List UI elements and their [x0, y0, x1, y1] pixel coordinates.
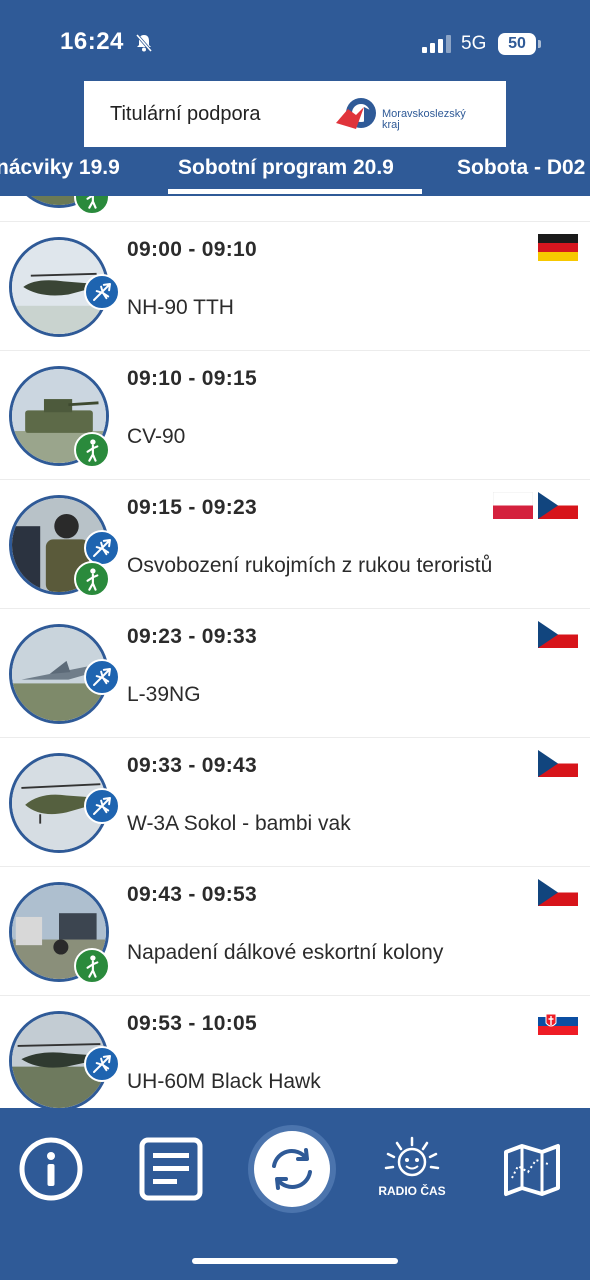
germany-flag-icon	[538, 234, 578, 261]
radio-sun-icon	[384, 1136, 440, 1177]
program-time: 09:00 - 09:10	[127, 238, 257, 261]
sponsor-banner[interactable]: Titulární podpora Moravskoslezský kraj	[84, 81, 506, 147]
document-icon[interactable]	[138, 1136, 204, 1202]
program-name: Napadení dálkové eskortní kolony	[127, 941, 444, 964]
banner-text: Titulární podpora	[110, 103, 261, 125]
radio-cas-button[interactable]: RADIO ČAS	[372, 1134, 452, 1204]
ground-show-badge	[74, 948, 110, 984]
program-time: 09:15 - 09:23	[127, 496, 257, 519]
bell-muted-icon	[135, 34, 153, 52]
program-name: CV-90	[127, 425, 186, 448]
banner-logo-text: Moravskoslezský kraj	[382, 108, 466, 131]
list-item[interactable]: 09:33 - 09:43 W-3A Sokol - bambi vak	[0, 738, 590, 867]
list-item[interactable]: 09:15 - 09:23 Osvobození rukojmích z ruk…	[0, 480, 590, 609]
program-time: 09:33 - 09:43	[127, 754, 257, 777]
info-icon[interactable]	[18, 1136, 84, 1202]
map-icon[interactable]	[502, 1142, 562, 1198]
list-item[interactable]: 09:10 - 09:15 CV-90	[0, 351, 590, 480]
poland-flag-icon	[493, 492, 533, 519]
home-indicator	[192, 1258, 398, 1264]
header: 16:24 5G 50 Titulární podpora Moravskosl…	[0, 0, 590, 196]
list-item[interactable]: 09:00 - 09:10 NH-90 TTH	[0, 222, 590, 351]
tab-saturday-d02[interactable]: Sobota - D02	[457, 156, 585, 180]
region-logo-icon	[336, 98, 376, 129]
program-time: 09:53 - 10:05	[127, 1012, 257, 1035]
program-time: 09:23 - 09:33	[127, 625, 257, 648]
program-list[interactable]: 09:00 - 09:10 NH-90 TTH 09:10 - 09:15 CV…	[0, 196, 590, 1108]
slovakia-flag-icon	[538, 1008, 578, 1035]
list-item[interactable]	[0, 196, 590, 222]
signal-icon	[422, 35, 451, 53]
program-name: Osvobození rukojmích z rukou teroristů	[127, 554, 493, 577]
program-time: 09:10 - 09:15	[127, 367, 257, 390]
list-item[interactable]: 09:23 - 09:33 L-39NG	[0, 609, 590, 738]
czech-flag-icon	[538, 750, 578, 777]
program-name: UH-60M Black Hawk	[127, 1070, 321, 1093]
ground-show-badge	[74, 561, 110, 597]
air-show-badge	[84, 274, 120, 310]
refresh-icon[interactable]	[247, 1124, 337, 1214]
czech-flag-icon	[538, 879, 578, 906]
ground-show-badge	[74, 432, 110, 468]
list-item[interactable]: 09:43 - 09:53 Napadení dálkové eskortní …	[0, 867, 590, 996]
air-show-badge	[84, 788, 120, 824]
ground-show-badge	[74, 196, 110, 215]
list-item[interactable]: 09:53 - 10:05 UH-60M Black Hawk	[0, 996, 590, 1108]
network-label: 5G	[461, 33, 487, 54]
program-name: L-39NG	[127, 683, 201, 706]
air-show-badge	[84, 1046, 120, 1082]
czech-flag-icon	[538, 621, 578, 648]
battery-icon: 50	[498, 33, 542, 55]
program-name: NH-90 TTH	[127, 296, 234, 319]
status-time: 16:24	[60, 28, 124, 55]
battery-level: 50	[498, 33, 536, 55]
program-time: 09:43 - 09:53	[127, 883, 257, 906]
air-show-badge	[84, 659, 120, 695]
bottom-navigation: RADIO ČAS	[0, 1108, 590, 1280]
tab-rehearsal[interactable]: nácviky 19.9	[0, 156, 120, 180]
program-name: W-3A Sokol - bambi vak	[127, 812, 351, 835]
czech-flag-icon	[538, 492, 578, 519]
radio-label: RADIO ČAS	[378, 1184, 446, 1198]
tab-saturday-program[interactable]: Sobotní program 20.9	[178, 156, 394, 180]
active-tab-indicator	[168, 189, 422, 194]
